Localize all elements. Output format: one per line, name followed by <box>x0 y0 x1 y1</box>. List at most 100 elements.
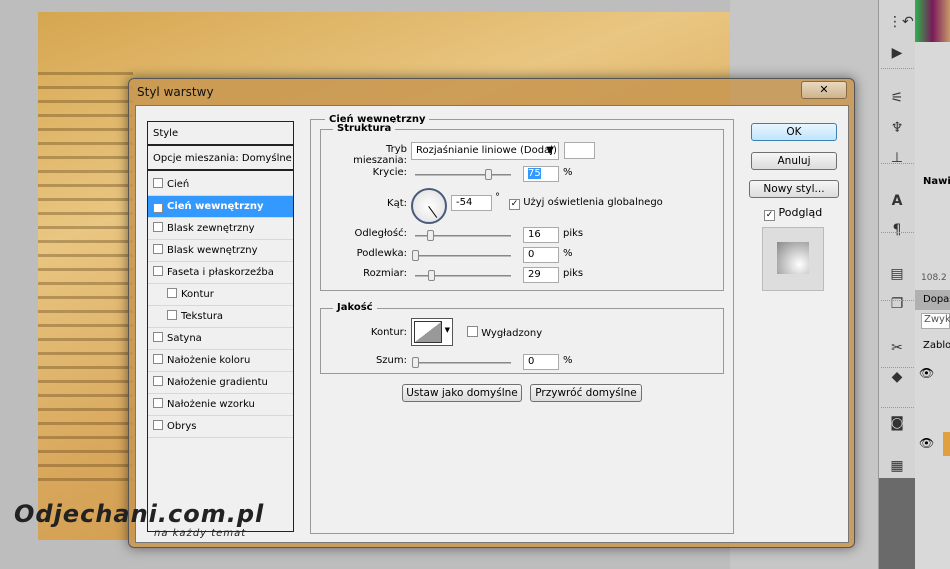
global-light-checkbox[interactable]: ✓ Użyj oświetlenia globalnego <box>509 197 663 210</box>
distance-slider[interactable] <box>415 230 511 241</box>
style-item-label: Blask wewnętrzny <box>167 245 258 256</box>
layer-thumbnail[interactable] <box>943 432 950 456</box>
character-icon[interactable]: A <box>888 193 906 209</box>
notes-icon[interactable]: ❐ <box>888 296 906 312</box>
reset-default-button[interactable]: Przywróć domyślne <box>530 384 642 402</box>
style-item[interactable]: Nałożenie wzorku <box>148 394 293 416</box>
shadow-color-swatch[interactable] <box>564 142 595 159</box>
info-icon[interactable]: ▤ <box>888 266 906 282</box>
styles-header[interactable]: Style <box>148 122 293 146</box>
style-item[interactable]: Blask wewnętrzny <box>148 240 293 262</box>
checkbox-check-icon: ✓ <box>764 210 775 221</box>
antialias-label: Wygładzony <box>481 328 543 339</box>
antialias-checkbox[interactable]: Wygładzony <box>467 326 542 339</box>
checkbox[interactable] <box>153 420 163 430</box>
side-panels: Nawig 108.2 Dopas Zwyk Zablo 👁 👁 <box>915 0 950 569</box>
checkbox[interactable] <box>153 178 163 188</box>
blend-mode-select[interactable]: Rozjaśnianie liniowe (Dodaj) ▼ <box>411 142 559 160</box>
noise-unit: % <box>563 355 573 366</box>
checkbox[interactable] <box>153 354 163 364</box>
zoom-field[interactable]: 108.2 <box>921 273 947 283</box>
close-button[interactable]: ✕ <box>801 81 847 99</box>
choke-slider[interactable] <box>412 250 511 261</box>
opacity-slider[interactable] <box>415 169 511 180</box>
noise-input[interactable]: 0 <box>523 354 559 370</box>
checkbox[interactable]: ✓ <box>153 203 163 213</box>
style-item[interactable]: Nałożenie gradientu <box>148 372 293 394</box>
contour-label: Kontur: <box>370 327 407 338</box>
style-item-label: Nałożenie wzorku <box>167 399 255 410</box>
noise-slider[interactable] <box>412 357 511 368</box>
visibility-eye-icon[interactable]: 👁 <box>919 366 934 380</box>
checkbox[interactable] <box>153 376 163 386</box>
tools-presets-icon[interactable]: ✂ <box>888 340 906 356</box>
visibility-eye-icon[interactable]: 👁 <box>919 436 934 450</box>
animation-icon[interactable]: ▦ <box>888 458 906 474</box>
style-item-label: Nałożenie gradientu <box>167 377 268 388</box>
navigator-tab[interactable]: Nawig <box>923 176 950 187</box>
style-item[interactable]: Nałożenie koloru <box>148 350 293 372</box>
size-slider[interactable] <box>415 270 511 281</box>
blend-mode-value: Rozjaśnianie liniowe (Dodaj) <box>416 145 557 156</box>
blend-mode-dropdown[interactable]: Zwyk <box>921 313 950 329</box>
style-item[interactable]: Faseta i płaskorzeźba <box>148 262 293 284</box>
style-item[interactable]: Kontur <box>148 284 293 306</box>
opacity-input[interactable]: 75 <box>523 166 559 182</box>
angle-input[interactable]: -54 <box>451 195 492 211</box>
style-item[interactable]: Tekstura <box>148 306 293 328</box>
checkbox[interactable] <box>153 398 163 408</box>
adjustments-tab[interactable]: Dopas <box>915 290 950 310</box>
global-light-label: Użyj oświetlenia globalnego <box>523 197 663 208</box>
checkbox[interactable] <box>167 310 177 320</box>
size-input[interactable]: 29 <box>523 267 559 283</box>
dialog-title: Styl warstwy <box>137 85 214 99</box>
checkbox[interactable] <box>153 222 163 232</box>
checkbox[interactable] <box>167 288 177 298</box>
preview-label: Podgląd <box>778 206 823 219</box>
checkbox[interactable] <box>153 244 163 254</box>
style-item[interactable]: Obrys <box>148 416 293 438</box>
checkbox[interactable] <box>153 266 163 276</box>
style-item[interactable]: Satyna <box>148 328 293 350</box>
style-item-label: Faseta i płaskorzeźba <box>167 267 274 278</box>
style-item-label: Cień <box>167 179 190 190</box>
checkbox[interactable] <box>153 332 163 342</box>
choke-input[interactable]: 0 <box>523 247 559 263</box>
size-label: Rozmiar: <box>363 268 407 279</box>
make-default-button[interactable]: Ustaw jako domyślne <box>402 384 522 402</box>
style-item-label: Kontur <box>181 289 214 300</box>
preview-checkbox[interactable]: ✓ Podgląd <box>764 206 822 221</box>
layer-style-dialog: Styl warstwy ✕ Style Opcje mieszania: Do… <box>128 78 855 548</box>
brush-presets-icon[interactable]: ⚟ <box>888 90 906 106</box>
ok-button[interactable]: OK <box>751 123 837 141</box>
inner-shadow-panel: Cień wewnętrzny Struktura Tryb mieszania… <box>310 114 734 534</box>
3d-icon[interactable]: ◆ <box>888 369 906 385</box>
style-item-label: Obrys <box>167 421 197 432</box>
cancel-button[interactable]: Anuluj <box>751 152 837 170</box>
lock-label: Zablo <box>923 340 950 351</box>
blending-options[interactable]: Opcje mieszania: Domyślne <box>148 147 293 171</box>
tool-panel-strip: ⋮↶ ▶ ⚟ ♆ ⊥ A ¶ ▤ ❐ ✂ ◆ ◙ ▦ ▥ <box>878 0 916 569</box>
style-item[interactable]: ✓ Cień wewnętrzny <box>148 196 293 218</box>
distance-label: Odległość: <box>354 228 407 239</box>
distance-unit: piks <box>563 228 584 239</box>
swatches[interactable] <box>915 0 950 42</box>
distance-input[interactable]: 16 <box>523 227 559 243</box>
styles-list: Style Opcje mieszania: Domyślne Cień ✓ Cie… <box>147 121 294 532</box>
contour-picker[interactable]: ▼ <box>411 318 453 346</box>
style-item-label: Cień wewnętrzny <box>167 201 264 212</box>
style-item-label: Nałożenie koloru <box>167 355 251 366</box>
brushes-icon[interactable]: ♆ <box>888 120 906 136</box>
history-icon[interactable]: ⋮↶ <box>888 14 914 30</box>
style-item[interactable]: Blask zewnętrzny <box>148 218 293 240</box>
degree-unit: ° <box>495 192 500 203</box>
actions-play-icon[interactable]: ▶ <box>888 45 906 61</box>
paragraph-icon[interactable]: ¶ <box>888 222 906 238</box>
new-style-button[interactable]: Nowy styl... <box>749 180 839 198</box>
style-item[interactable]: Cień <box>148 174 293 196</box>
masks-icon[interactable]: ◙ <box>888 415 906 431</box>
dropdown-arrow-icon: ▼ <box>444 326 450 334</box>
opacity-unit: % <box>563 167 573 178</box>
angle-dial[interactable] <box>411 188 447 224</box>
opacity-label: Krycie: <box>372 167 407 178</box>
